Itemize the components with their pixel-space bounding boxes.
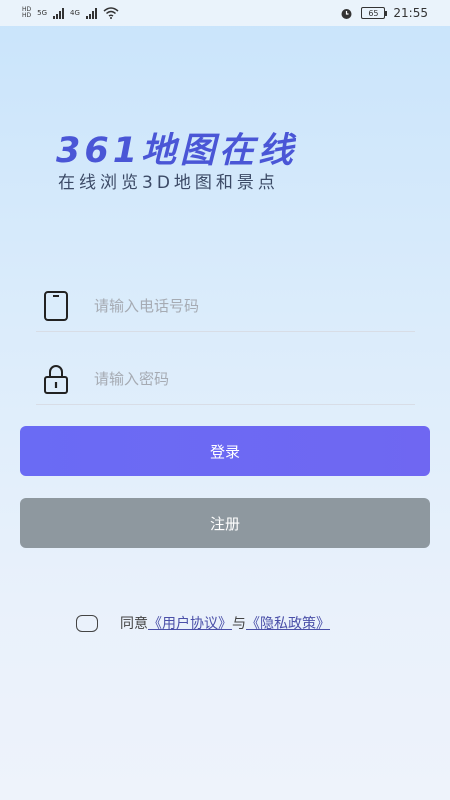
status-left: HD HD 5G 4G xyxy=(22,7,119,19)
signal-icon-2 xyxy=(85,7,97,19)
user-agreement-link[interactable]: 《用户协议》 xyxy=(148,613,232,633)
phone-field xyxy=(36,280,415,332)
status-right: 65 21:55 xyxy=(340,6,428,20)
agree-prefix: 同意 xyxy=(120,616,148,632)
status-bar: HD HD 5G 4G 65 21:55 xyxy=(0,0,450,26)
network-label-1: 5G xyxy=(37,9,48,17)
password-field xyxy=(36,353,415,405)
agree-checkbox[interactable] xyxy=(76,614,98,632)
app-title: 361地图在线 xyxy=(56,131,298,171)
network-label-2: 4G xyxy=(70,9,80,17)
alarm-icon xyxy=(341,8,352,19)
agreement-row: 同意 《用户协议》 与 《隐私政策》 xyxy=(76,612,330,634)
battery-level: 65 xyxy=(368,8,379,18)
wifi-icon xyxy=(103,7,119,19)
clock: 21:55 xyxy=(393,6,428,20)
signal-icon xyxy=(53,7,65,19)
phone-input[interactable] xyxy=(94,296,394,315)
privacy-policy-link[interactable]: 《隐私政策》 xyxy=(246,613,330,633)
app-slogan: 在线浏览3D地图和景点 xyxy=(58,173,279,193)
sim-icon: HD HD xyxy=(22,6,32,19)
phone-icon xyxy=(36,286,76,326)
password-input[interactable] xyxy=(94,369,394,388)
battery-icon: 65 xyxy=(361,7,388,19)
lock-icon xyxy=(36,359,76,399)
agree-joiner: 与 xyxy=(232,616,246,632)
register-button[interactable]: 注册 xyxy=(20,498,430,548)
login-button[interactable]: 登录 xyxy=(20,426,430,476)
